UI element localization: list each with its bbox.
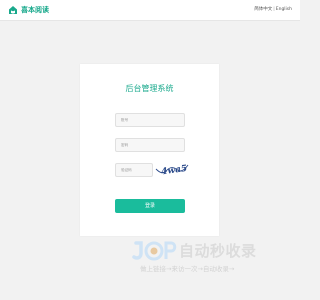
watermark-subtitle: 做上链接→来访一次→自动收录→	[140, 265, 235, 273]
watermark-logo	[132, 241, 177, 261]
brand-name: 喜本阅读	[21, 6, 49, 14]
lang-separator: |	[273, 7, 275, 12]
house-book-icon	[9, 6, 17, 14]
captcha-input[interactable]	[115, 163, 153, 177]
captcha-image[interactable]: 4wa5	[154, 160, 190, 178]
password-input[interactable]	[115, 138, 185, 152]
brand-logo[interactable]: 喜本阅读	[8, 5, 49, 15]
lang-option-english[interactable]: English	[276, 7, 292, 12]
language-switcher: 简体中文|English	[254, 6, 292, 14]
watermark-title: 自动秒收录	[179, 242, 257, 260]
captcha-text: 4wa5	[161, 164, 188, 178]
login-button[interactable]: 登录	[115, 199, 185, 213]
login-card: 后台管理系统 4wa5 登录	[80, 64, 219, 236]
username-input[interactable]	[115, 113, 185, 127]
watermark: 自动秒收录 做上链接→来访一次→自动收录→	[132, 240, 282, 280]
lang-option-chinese[interactable]: 简体中文	[254, 7, 272, 12]
page-title: 后台管理系统	[125, 84, 174, 93]
watermark-main: 自动秒收录	[132, 240, 257, 262]
top-bar: 喜本阅读 简体中文|English	[0, 0, 300, 21]
